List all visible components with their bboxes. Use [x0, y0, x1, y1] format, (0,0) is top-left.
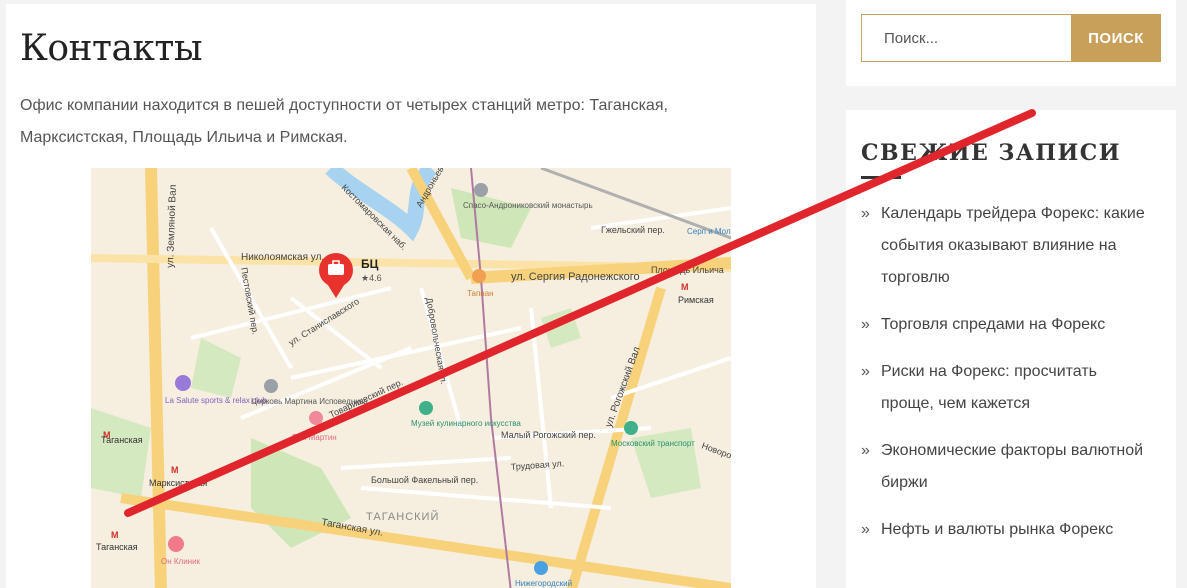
poi-label: Серп и Мол	[687, 227, 731, 236]
content-card: Контакты Офис компании находится в пешей…	[6, 4, 816, 588]
intro-line: Офис компании находится в пешей доступно…	[20, 97, 668, 114]
post-link[interactable]: Торговля спредами на Форекс	[881, 309, 1105, 341]
recent-posts-widget: СВЕЖИЕ ЗАПИСИ » Календарь трейдера Форек…	[846, 110, 1176, 588]
post-link-text: проще, чем кажется	[881, 395, 1031, 412]
post-link-text: Нефть и валюты рынка Форекс	[881, 521, 1114, 538]
title-underline	[861, 176, 901, 179]
recent-posts-list: » Календарь трейдера Форекс: какие событ…	[861, 198, 1166, 561]
map-canvas[interactable]: Николоямская ул. ул. Сергия Радонежского…	[91, 168, 731, 588]
list-item: » Торговля спредами на Форекс	[861, 309, 1166, 341]
post-link-text: Риски на Форекс: просчитать	[881, 363, 1098, 380]
list-item: » Риски на Форекс: просчитать проще, чем…	[861, 356, 1166, 420]
chevron-right-icon: »	[861, 442, 870, 459]
restaurant-icon[interactable]	[472, 269, 486, 283]
post-link[interactable]: Риски на Форекс: просчитать проще, чем к…	[881, 356, 1097, 420]
post-link[interactable]: Экономические факторы валютной биржи	[881, 435, 1143, 499]
search-widget: ПОИСК	[846, 0, 1176, 86]
list-item: » Экономические факторы валютной биржи	[861, 435, 1166, 499]
street-label: Малый Рогожский пер.	[501, 430, 596, 440]
street-label: Большой Факельный пер.	[371, 475, 478, 485]
intro-paragraph: Офис компании находится в пешей доступно…	[20, 90, 720, 154]
metro-icon: М	[681, 282, 689, 292]
fitness-icon[interactable]	[175, 375, 191, 391]
post-link[interactable]: Календарь трейдера Форекс: какие события…	[881, 198, 1145, 294]
metro-icon: М	[111, 530, 119, 540]
post-link-text: Экономические факторы валютной	[881, 442, 1144, 459]
metro-station-label[interactable]: Римская	[678, 295, 714, 305]
post-link-text: торговлю	[881, 269, 950, 286]
district-label: ТАГАНСКИЙ	[366, 510, 439, 523]
poi-label: Нижегородский	[515, 579, 572, 588]
marker-rating: ★4.6	[361, 273, 382, 283]
metro-station-label[interactable]: Таганская	[96, 542, 138, 552]
metro-station-label[interactable]: Таганская	[101, 435, 143, 445]
shop-icon[interactable]	[309, 411, 323, 425]
poi-label: Он Клиник	[161, 557, 201, 566]
street-label: ул. Сергия Радонежского	[511, 271, 640, 283]
search-button[interactable]: ПОИСК	[1071, 14, 1161, 62]
search-input[interactable]	[861, 14, 1071, 62]
poi-label: Тапнан	[467, 289, 494, 298]
station-icon[interactable]	[534, 561, 548, 575]
street-label: Гжельский пер.	[601, 225, 665, 235]
poi-label: Церковь Мартина Исповедника	[251, 397, 368, 406]
museum-icon[interactable]	[419, 401, 433, 415]
post-link-text: биржи	[881, 474, 928, 491]
post-link-text: Календарь трейдера Форекс: какие	[881, 205, 1145, 222]
post-link[interactable]: Нефть и валюты рынка Форекс	[881, 514, 1113, 546]
intro-line: Марксистская, Площадь Ильича и Римская.	[20, 129, 348, 146]
chevron-right-icon: »	[861, 521, 870, 538]
post-link-text: события оказывают влияние на	[881, 237, 1117, 254]
list-item: » Нефть и валюты рынка Форекс	[861, 514, 1166, 546]
museum-icon[interactable]	[624, 421, 638, 435]
widget-title: СВЕЖИЕ ЗАПИСИ	[861, 140, 1122, 166]
church-icon[interactable]	[264, 379, 278, 393]
clinic-icon[interactable]	[168, 536, 184, 552]
poi-label: Московский транспорт	[611, 439, 695, 448]
poi-label: Дом Мартин	[291, 433, 337, 442]
church-icon[interactable]	[474, 183, 488, 197]
metro-station-label[interactable]: Марксистская	[149, 478, 207, 488]
post-link-text: Торговля спредами на Форекс	[881, 316, 1106, 333]
metro-icon: М	[171, 465, 179, 475]
poi-label: Спасо-Андрониковский монастырь	[463, 201, 593, 210]
chevron-right-icon: »	[861, 316, 870, 333]
poi-label: Музей кулинарного искусства	[411, 419, 521, 428]
location-map[interactable]: Николоямская ул. ул. Сергия Радонежского…	[91, 168, 731, 588]
chevron-right-icon: »	[861, 205, 870, 222]
street-label: Площадь Ильича	[651, 265, 724, 275]
page-title: Контакты	[20, 28, 202, 69]
list-item: » Календарь трейдера Форекс: какие событ…	[861, 198, 1166, 294]
chevron-right-icon: »	[861, 363, 870, 380]
street-label: Николоямская ул.	[241, 252, 324, 263]
marker-label: БЦ	[361, 257, 379, 271]
